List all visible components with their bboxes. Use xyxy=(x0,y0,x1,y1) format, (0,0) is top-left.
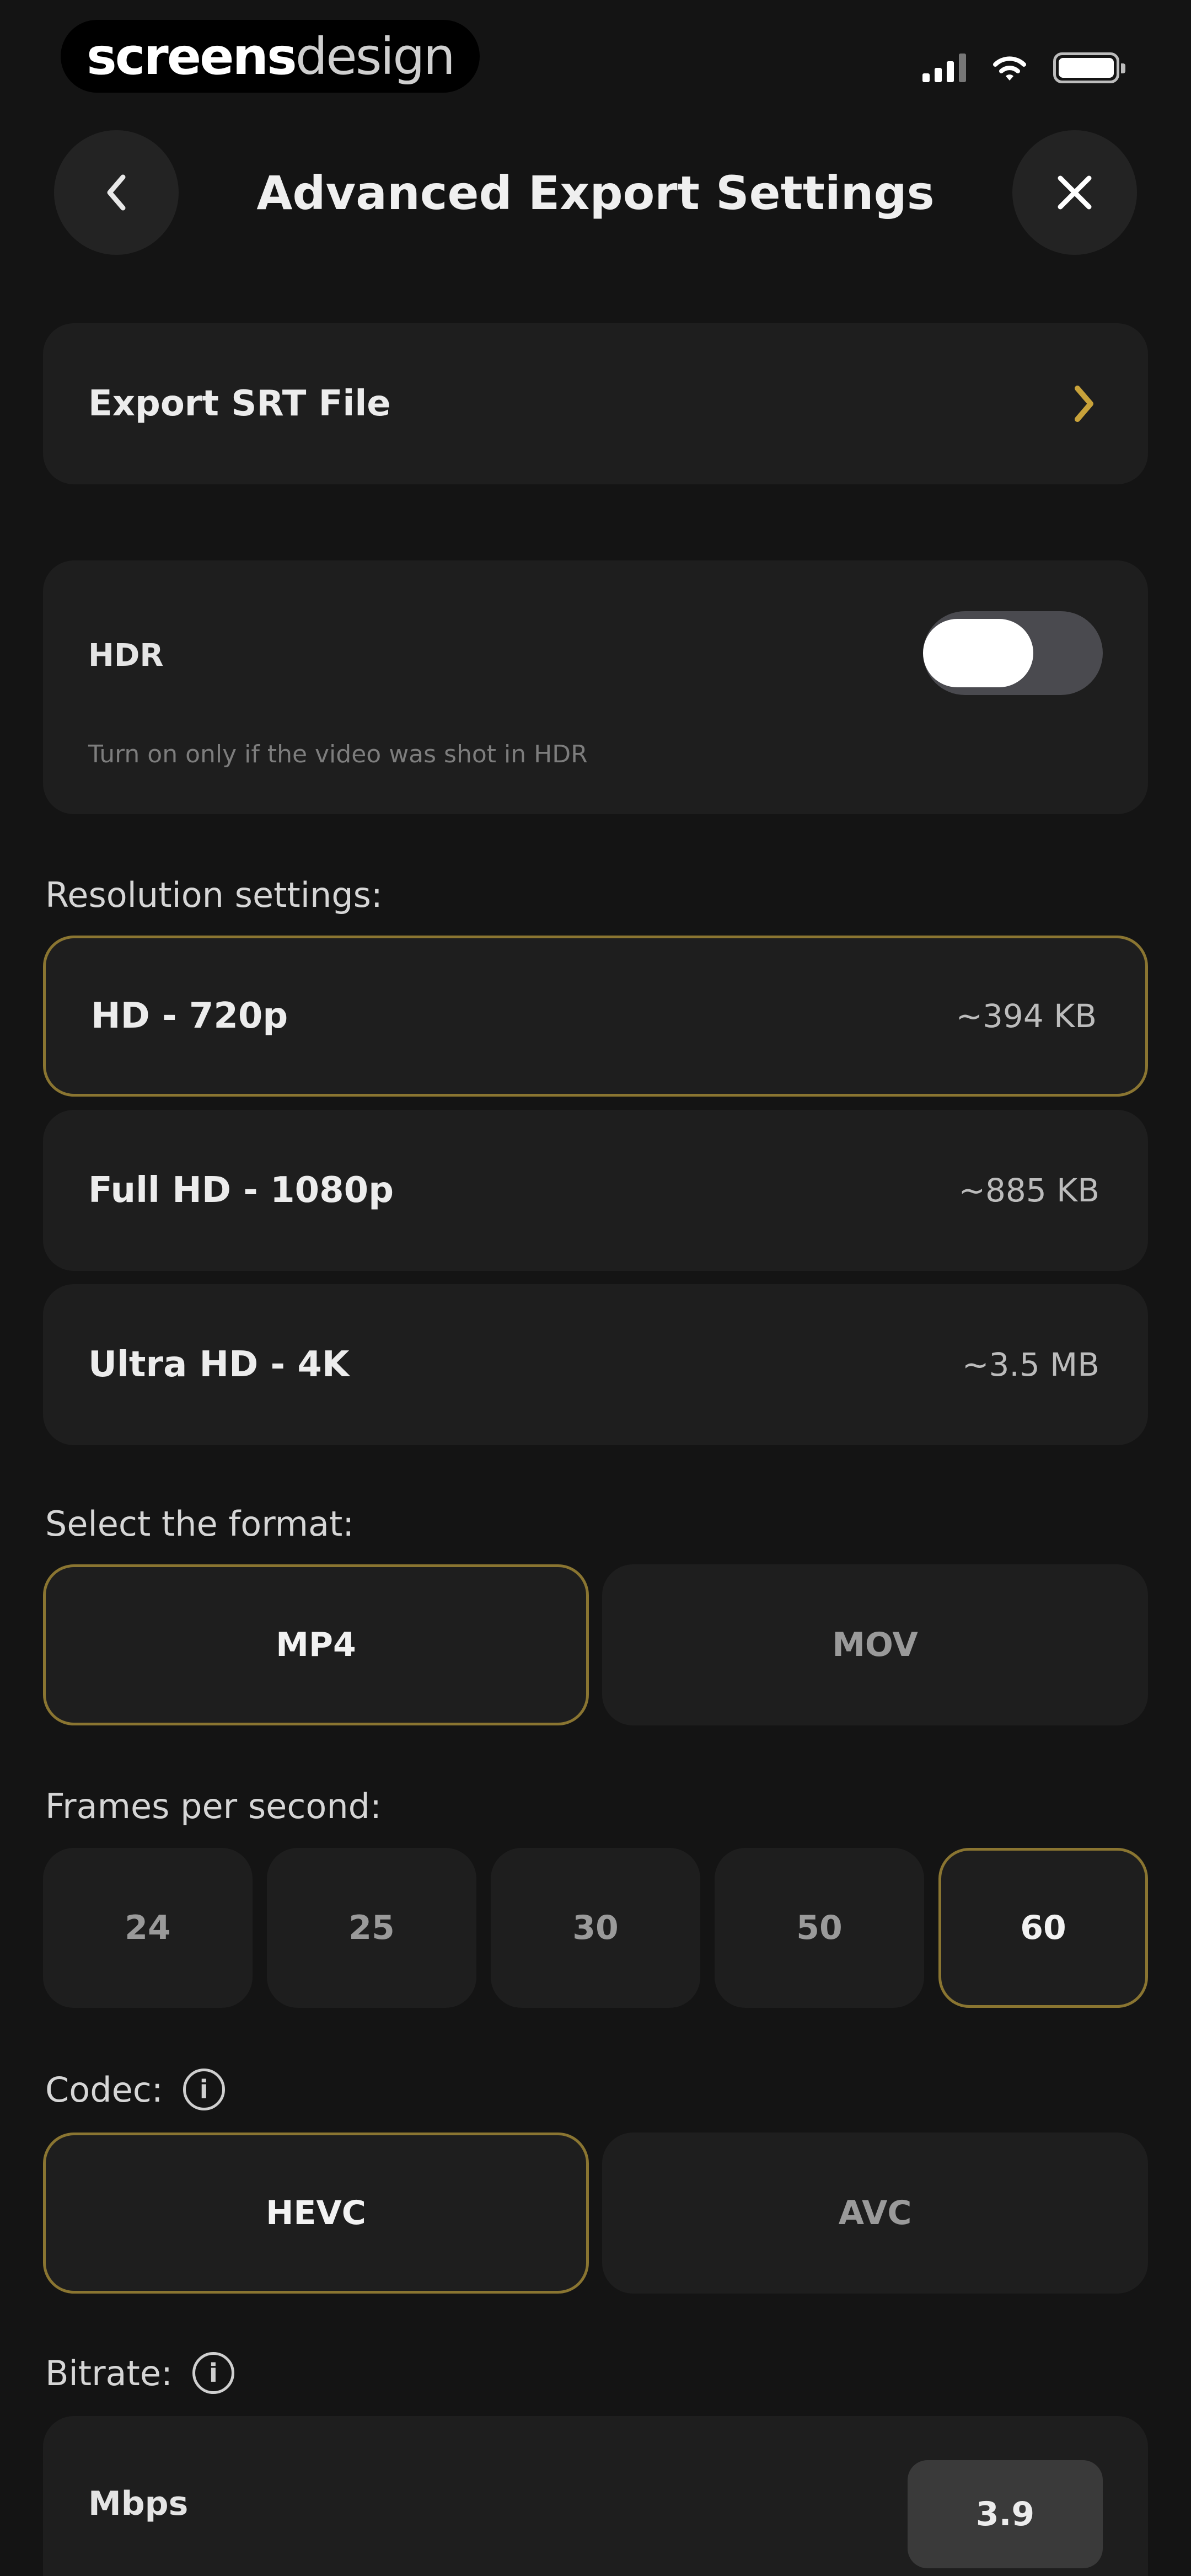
resolution-option-size: ~394 KB xyxy=(956,997,1097,1035)
export-srt-label: Export SRT File xyxy=(88,383,391,424)
wifi-icon xyxy=(993,56,1026,81)
format-option-mov[interactable]: MOV xyxy=(602,1564,1148,1725)
chevron-left-icon xyxy=(107,174,126,211)
close-icon xyxy=(1058,175,1092,210)
fps-option-24[interactable]: 24 xyxy=(43,1848,253,2008)
format-option-mp4[interactable]: MP4 xyxy=(43,1564,589,1725)
resolution-option-720p[interactable]: HD - 720p ~394 KB xyxy=(43,936,1148,1097)
resolution-option-label: HD - 720p xyxy=(91,996,288,1036)
back-button[interactable] xyxy=(54,130,179,255)
resolution-option-1080p[interactable]: Full HD - 1080p ~885 KB xyxy=(43,1110,1148,1271)
fps-option-30[interactable]: 30 xyxy=(491,1848,700,2008)
codec-option-hevc[interactable]: HEVC xyxy=(43,2133,589,2294)
resolution-option-label: Full HD - 1080p xyxy=(88,1170,394,1211)
hdr-description: Turn on only if the video was shot in HD… xyxy=(88,740,588,768)
hdr-toggle[interactable] xyxy=(923,611,1103,695)
bitrate-section-label: Bitrate: xyxy=(45,2353,173,2393)
resolution-option-label: Ultra HD - 4K xyxy=(88,1344,350,1385)
page-title: Advanced Export Settings xyxy=(256,166,935,220)
fps-option-50[interactable]: 50 xyxy=(715,1848,924,2008)
fps-option-25[interactable]: 25 xyxy=(267,1848,476,2008)
resolution-option-size: ~885 KB xyxy=(958,1172,1099,1209)
resolution-option-4k[interactable]: Ultra HD - 4K ~3.5 MB xyxy=(43,1284,1148,1445)
close-button[interactable] xyxy=(1012,130,1137,255)
codec-section-label: Codec: xyxy=(45,2069,163,2110)
hdr-toggle-knob xyxy=(923,619,1033,687)
codec-option-avc[interactable]: AVC xyxy=(602,2133,1148,2294)
screensdesign-watermark: screens design xyxy=(61,20,480,93)
export-srt-row[interactable]: Export SRT File xyxy=(43,323,1148,484)
format-section-label: Select the format: xyxy=(45,1504,355,1544)
fps-section-label: Frames per second: xyxy=(45,1786,382,1826)
bitrate-value-field[interactable]: 3.9 xyxy=(908,2460,1103,2568)
watermark-light-text: design xyxy=(295,26,455,86)
bitrate-header: Bitrate: i xyxy=(45,2352,234,2394)
info-icon[interactable]: i xyxy=(183,2069,225,2110)
resolution-section-label: Resolution settings: xyxy=(45,875,383,915)
battery-icon xyxy=(1053,52,1125,83)
bitrate-card: Mbps 3.9 xyxy=(43,2416,1148,2576)
status-bar-icons xyxy=(922,49,1125,87)
bitrate-unit-label: Mbps xyxy=(88,2484,189,2523)
hdr-card: HDR Turn on only if the video was shot i… xyxy=(43,560,1148,814)
fps-option-60[interactable]: 60 xyxy=(938,1848,1148,2008)
chevron-right-icon xyxy=(1075,386,1093,422)
info-icon[interactable]: i xyxy=(192,2352,234,2394)
codec-header: Codec: i xyxy=(45,2069,225,2110)
watermark-bold-text: screens xyxy=(87,26,297,86)
resolution-option-size: ~3.5 MB xyxy=(962,1346,1099,1383)
cellular-signal-icon xyxy=(922,54,966,82)
hdr-label: HDR xyxy=(88,638,164,674)
